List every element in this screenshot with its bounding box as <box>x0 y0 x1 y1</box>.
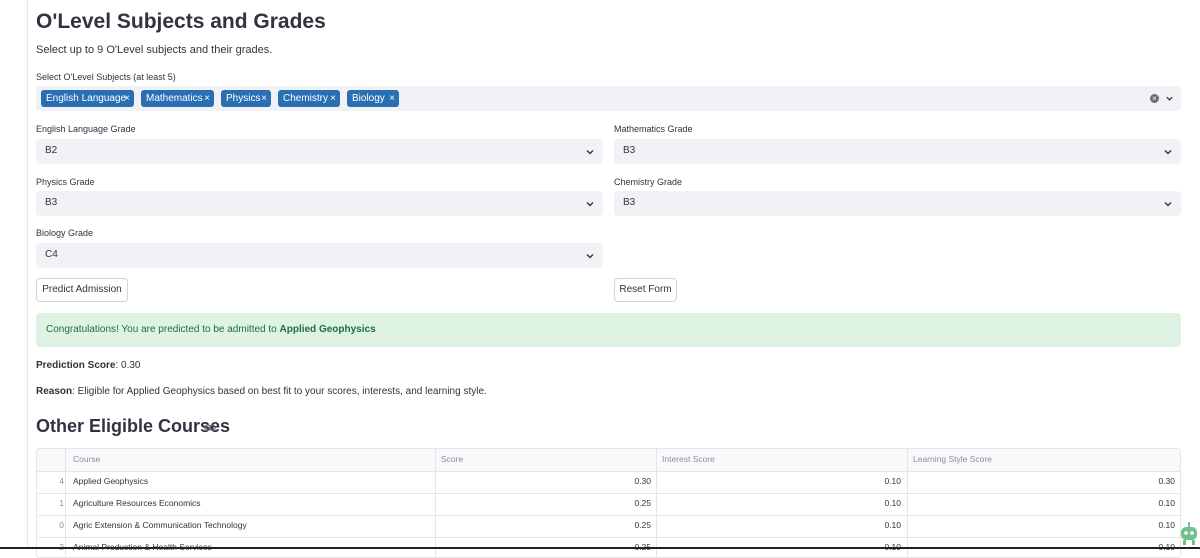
chevron-down-icon <box>586 150 594 155</box>
score-value: 0.25 <box>634 498 651 508</box>
subjects-multiselect[interactable]: English Language × Mathematics × Physics… <box>36 86 1181 111</box>
clear-circle-icon[interactable]: × <box>1150 94 1159 103</box>
column-divider <box>435 449 436 557</box>
interest-score-value: 0.10 <box>884 498 901 508</box>
tag-physics: Physics × <box>221 90 271 107</box>
learning-style-score-value: 0.10 <box>1158 498 1175 508</box>
header-score: Score <box>441 454 464 464</box>
select-value: B2 <box>45 145 58 156</box>
header-course: Course <box>73 454 101 464</box>
success-message: Congratulations! You are predicted to be… <box>46 324 376 335</box>
row-index: 0 <box>59 520 64 530</box>
header-learning-style-score: Learning Style Score <box>913 454 992 464</box>
learning-style-score-value: 0.10 <box>1158 520 1175 530</box>
tag-label: Physics <box>226 93 261 104</box>
column-divider <box>656 449 657 557</box>
chevron-down-icon <box>586 202 594 207</box>
close-icon[interactable]: × <box>204 90 210 107</box>
tag-label: Biology <box>352 93 385 104</box>
tag-english-language: English Language × <box>41 90 134 107</box>
chevron-down-icon <box>1164 202 1172 207</box>
table-row[interactable]: 0 Agric Extension & Communication Techno… <box>37 515 1180 538</box>
english-grade-label: English Language Grade <box>36 124 136 134</box>
column-divider <box>65 449 66 557</box>
select-value: B3 <box>623 197 636 208</box>
reason-text: : Eligible for Applied Geophysics based … <box>72 386 487 397</box>
robot-icon[interactable] <box>1178 521 1200 547</box>
close-icon[interactable]: × <box>261 90 267 107</box>
select-value: B3 <box>45 197 58 208</box>
admitted-course: Applied Geophysics <box>279 324 376 335</box>
english-grade-select[interactable]: B2 <box>36 139 603 164</box>
prediction-score-value: : 0.30 <box>115 360 141 371</box>
chevron-down-icon[interactable] <box>1165 94 1174 103</box>
content-left-border <box>27 0 28 549</box>
physics-grade-label: Physics Grade <box>36 177 95 187</box>
main-content: O'Level Subjects and Grades Select up to… <box>36 0 1181 558</box>
close-icon[interactable]: × <box>330 90 336 107</box>
interest-score-value: 0.10 <box>884 476 901 486</box>
column-divider <box>907 449 908 557</box>
row-index: 4 <box>59 476 64 486</box>
reason-label: Reason <box>36 386 73 397</box>
tag-label: English Language <box>46 93 127 104</box>
tag-chemistry: Chemistry × <box>278 90 340 107</box>
chevron-down-icon <box>1164 150 1172 155</box>
tag-biology: Biology × <box>347 90 399 107</box>
table-header: Course Score Interest Score Learning Sty… <box>37 449 1180 472</box>
course-name: Agriculture Resources Economics <box>73 498 201 508</box>
chemistry-grade-select[interactable]: B3 <box>614 191 1181 216</box>
subjects-label: Select O'Level Subjects (at least 5) <box>36 72 176 82</box>
prediction-score: Prediction Score: 0.30 <box>36 360 141 371</box>
tag-label: Mathematics <box>146 93 203 104</box>
tag-label: Chemistry <box>283 93 329 104</box>
header-interest-score: Interest Score <box>662 454 715 464</box>
select-value: B3 <box>623 145 636 156</box>
page-title: O'Level Subjects and Grades <box>36 10 326 33</box>
prediction-score-label: Prediction Score <box>36 360 116 371</box>
chevron-down-icon <box>586 254 594 259</box>
row-index: 1 <box>59 498 64 508</box>
score-value: 0.30 <box>634 476 651 486</box>
table-row[interactable]: 4 Applied Geophysics 0.30 0.10 0.30 <box>37 471 1180 494</box>
close-icon[interactable]: × <box>389 90 395 107</box>
chemistry-grade-label: Chemistry Grade <box>614 177 683 187</box>
courses-table: Course Score Interest Score Learning Sty… <box>36 448 1181 558</box>
biology-grade-label: Biology Grade <box>36 228 94 238</box>
close-icon[interactable]: × <box>124 90 130 107</box>
physics-grade-select[interactable]: B3 <box>36 191 603 216</box>
success-message-text: Congratulations! You are predicted to be… <box>46 324 280 335</box>
interest-score-value: 0.10 <box>884 520 901 530</box>
mathematics-grade-label: Mathematics Grade <box>614 124 693 134</box>
reset-form-button[interactable]: Reset Form <box>614 278 677 302</box>
course-name: Agric Extension & Communication Technolo… <box>73 520 247 530</box>
link-icon[interactable] <box>204 423 216 433</box>
success-alert: Congratulations! You are predicted to be… <box>36 313 1181 347</box>
prediction-reason: Reason: Eligible for Applied Geophysics … <box>36 386 487 397</box>
course-name: Applied Geophysics <box>73 476 149 486</box>
biology-grade-select[interactable]: C4 <box>36 243 603 268</box>
predict-admission-button[interactable]: Predict Admission <box>36 278 128 302</box>
other-courses-heading: Other Eligible Courses <box>36 416 231 436</box>
select-value: C4 <box>45 249 58 260</box>
table-row[interactable]: 1 Agriculture Resources Economics 0.25 0… <box>37 493 1180 516</box>
page-description: Select up to 9 O'Level subjects and thei… <box>36 44 273 56</box>
tag-mathematics: Mathematics × <box>141 90 214 107</box>
learning-style-score-value: 0.30 <box>1158 476 1175 486</box>
score-value: 0.25 <box>634 520 651 530</box>
mathematics-grade-select[interactable]: B3 <box>614 139 1181 164</box>
